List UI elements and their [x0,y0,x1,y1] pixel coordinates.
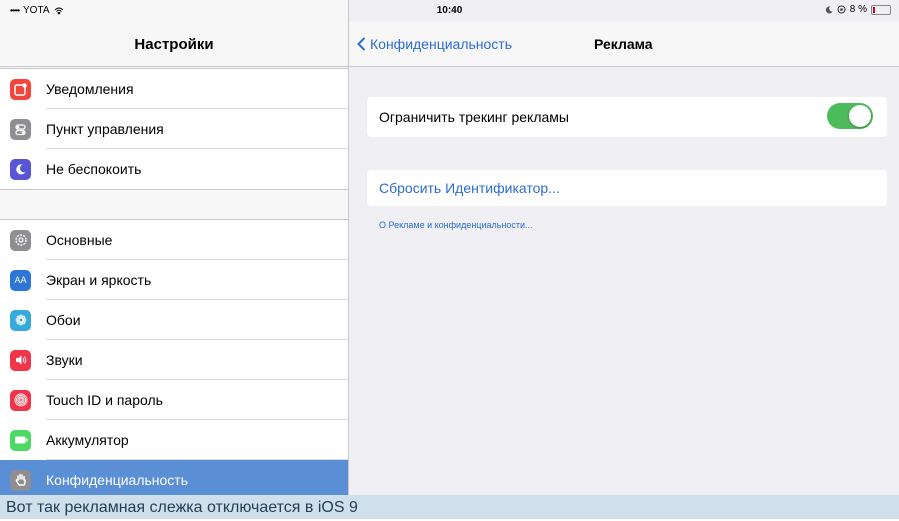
sidebar-item-display[interactable]: AA Экран и яркость [0,260,348,300]
moon-icon [10,158,31,180]
page-title: Реклама [594,36,653,52]
sidebar-item-label: Touch ID и пароль [46,392,163,408]
back-button-label: Конфиденциальность [370,36,513,52]
ipad-screen: Настройки Уведомления Пункт управления Н… [0,0,899,501]
sidebar-item-label: Пункт управления [46,121,164,137]
reset-identifier-button[interactable]: Сбросить Идентификатор... [379,180,560,196]
sidebar-item-battery[interactable]: Аккумулятор [0,420,348,460]
sidebar-item-control-center[interactable]: Пункт управления [0,109,348,149]
notifications-icon [10,78,31,100]
display-icon: AA [10,269,31,291]
chevron-left-icon [357,37,366,51]
sidebar-item-label: Основные [46,232,113,248]
sidebar-item-do-not-disturb[interactable]: Не беспокоить [0,149,348,189]
sidebar-item-label: Звуки [46,352,83,368]
clock: 10:40 [436,5,463,16]
detail-navbar: Конфиденциальность Реклама [349,22,899,67]
battery-status-icon [871,4,891,15]
limit-tracking-row: Ограничить трекинг рекламы [367,97,887,137]
sidebar-item-label: Аккумулятор [46,432,129,448]
limit-tracking-label: Ограничить трекинг рекламы [379,109,569,125]
back-button[interactable]: Конфиденциальность [357,36,512,52]
moon-icon [825,5,833,13]
sidebar-header: Настройки [0,22,348,67]
wallpaper-icon [10,309,31,331]
sidebar-item-touch-id[interactable]: Touch ID и пароль [0,380,348,420]
limit-tracking-toggle[interactable] [827,103,873,129]
sidebar-item-sounds[interactable]: Звуки [0,340,348,380]
orientation-lock-icon [837,5,846,14]
battery-icon [10,429,31,451]
about-ads-privacy-link[interactable]: О Рекламе и конфиденциальности... [379,220,533,230]
gear-icon [10,229,31,251]
toggle-knob [849,105,871,127]
control-center-icon [10,118,31,140]
sidebar-item-label: Конфиденциальность [46,472,189,488]
sidebar-item-label: Обои [46,312,81,328]
sidebar-item-general[interactable]: Основные [0,220,348,260]
sidebar-item-label: Не беспокоить [46,161,142,177]
hand-icon [10,469,31,491]
fingerprint-icon [10,389,31,411]
reset-identifier-row[interactable]: Сбросить Идентификатор... [367,170,887,206]
settings-sidebar: Настройки Уведомления Пункт управления Н… [0,0,349,501]
sidebar-item-label: Уведомления [46,81,134,97]
sidebar-item-label: Экран и яркость [46,272,152,288]
settings-group-2: Основные AA Экран и яркость Обои Звуки T… [0,219,348,501]
detail-pane: Конфиденциальность Реклама Ограничить тр… [349,0,899,495]
sidebar-item-notifications[interactable]: Уведомления [0,69,348,109]
settings-group-1: Уведомления Пункт управления Не беспокои… [0,68,348,190]
sidebar-item-wallpaper[interactable]: Обои [0,300,348,340]
sidebar-item-privacy[interactable]: Конфиденциальность [0,460,348,500]
speaker-icon [10,349,31,371]
image-caption: Вот так рекламная слежка отключается в i… [0,495,899,519]
sidebar-title: Настройки [134,36,214,53]
status-bar: ••••• YOTA 10:40 8 % [0,0,899,22]
battery-percentage: 8 % [849,4,867,15]
